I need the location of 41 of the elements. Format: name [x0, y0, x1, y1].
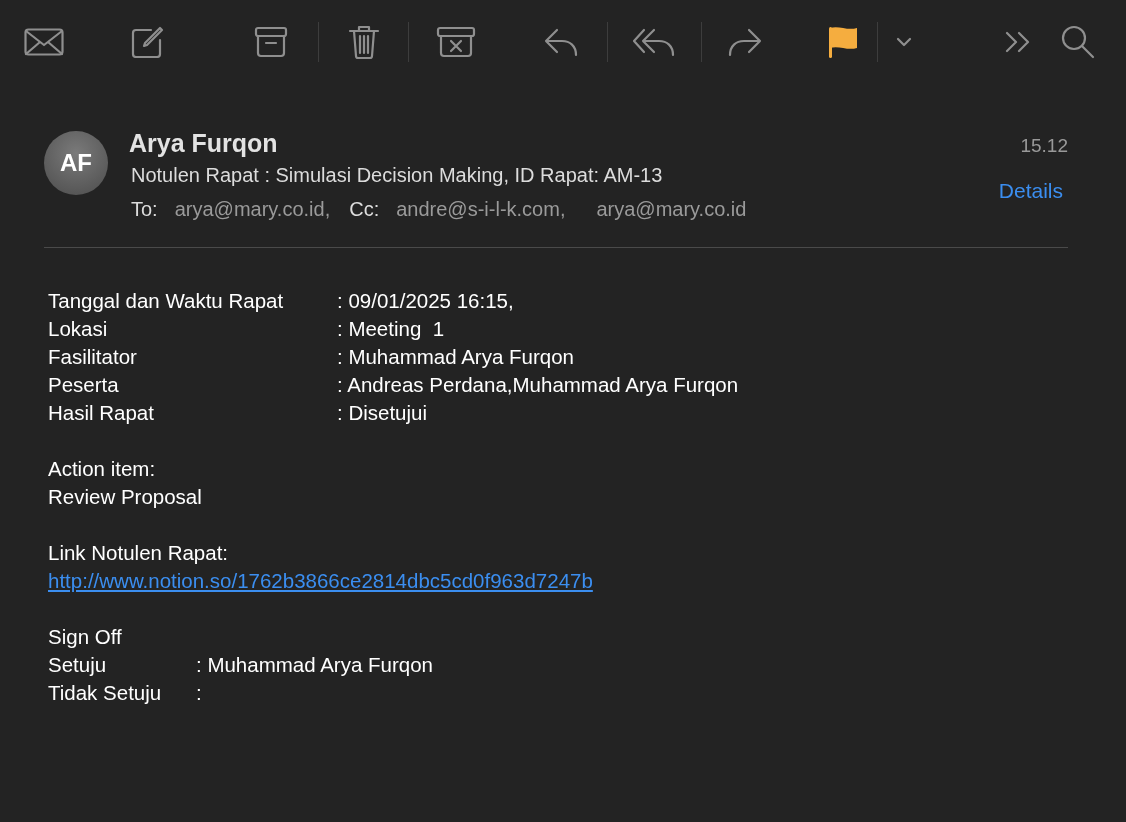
section-heading: Action item:: [48, 456, 157, 482]
reply-icon[interactable]: [543, 27, 579, 57]
recipient-address: arya@mary.co.id,: [174, 198, 331, 220]
action-item: Review Proposal: [48, 484, 203, 510]
subject: Notulen Rapat : Simulasi Decision Making, ID Rapat: AM-13: [131, 164, 664, 187]
field-value: : Disetujui: [337, 400, 428, 426]
field-label: Tanggal dan Waktu Rapat: [48, 288, 285, 314]
archive-icon[interactable]: [254, 26, 288, 58]
search-icon[interactable]: [1061, 25, 1095, 59]
flag-icon[interactable]: [827, 26, 859, 58]
field-label: Tidak Setuju: [48, 680, 163, 706]
section-heading: Link Notulen Rapat:: [48, 540, 230, 566]
received-time: 15.12: [1020, 135, 1068, 157]
reply-all-icon[interactable]: [632, 27, 676, 57]
field-value: : Muhammad Arya Furqon: [196, 652, 433, 678]
field-label: Fasilitator: [48, 344, 138, 370]
field-value: :: [196, 680, 203, 706]
field-value: : Meeting 1: [337, 316, 446, 342]
field-label: Lokasi: [48, 316, 109, 342]
field-label: Hasil Rapat: [48, 400, 155, 426]
field-label: Setuju: [48, 652, 108, 678]
junk-icon[interactable]: [436, 26, 476, 58]
recipient-label: To:: [131, 198, 158, 220]
notes-link[interactable]: http://www.notion.so/1762b3866ce2814dbc5cd0f963d7247b: [48, 569, 593, 592]
compose-icon[interactable]: [131, 26, 165, 58]
field-value: : Muhammad Arya Furqon: [337, 344, 575, 370]
forward-icon[interactable]: [727, 27, 763, 57]
recipient-address: arya@mary.co.id: [596, 198, 747, 220]
chevron-down-icon[interactable]: [896, 37, 912, 47]
field-value: : 09/01/2025 16:15,: [337, 288, 515, 314]
field-label: Peserta: [48, 372, 120, 398]
recipient-label: Cc:: [349, 198, 380, 220]
sender-name: Arya Furqon: [129, 129, 278, 158]
details-link[interactable]: Details: [998, 179, 1063, 203]
avatar: AF: [44, 131, 108, 195]
trash-icon[interactable]: [348, 24, 380, 60]
envelope-icon[interactable]: [24, 28, 64, 56]
recipient-address: andre@s-i-l-k.com,: [396, 198, 566, 220]
section-heading: Sign Off: [48, 624, 123, 650]
double-chevron-icon[interactable]: [1005, 31, 1031, 53]
field-value: : Andreas Perdana,Muhammad Arya Furqon: [337, 372, 739, 398]
